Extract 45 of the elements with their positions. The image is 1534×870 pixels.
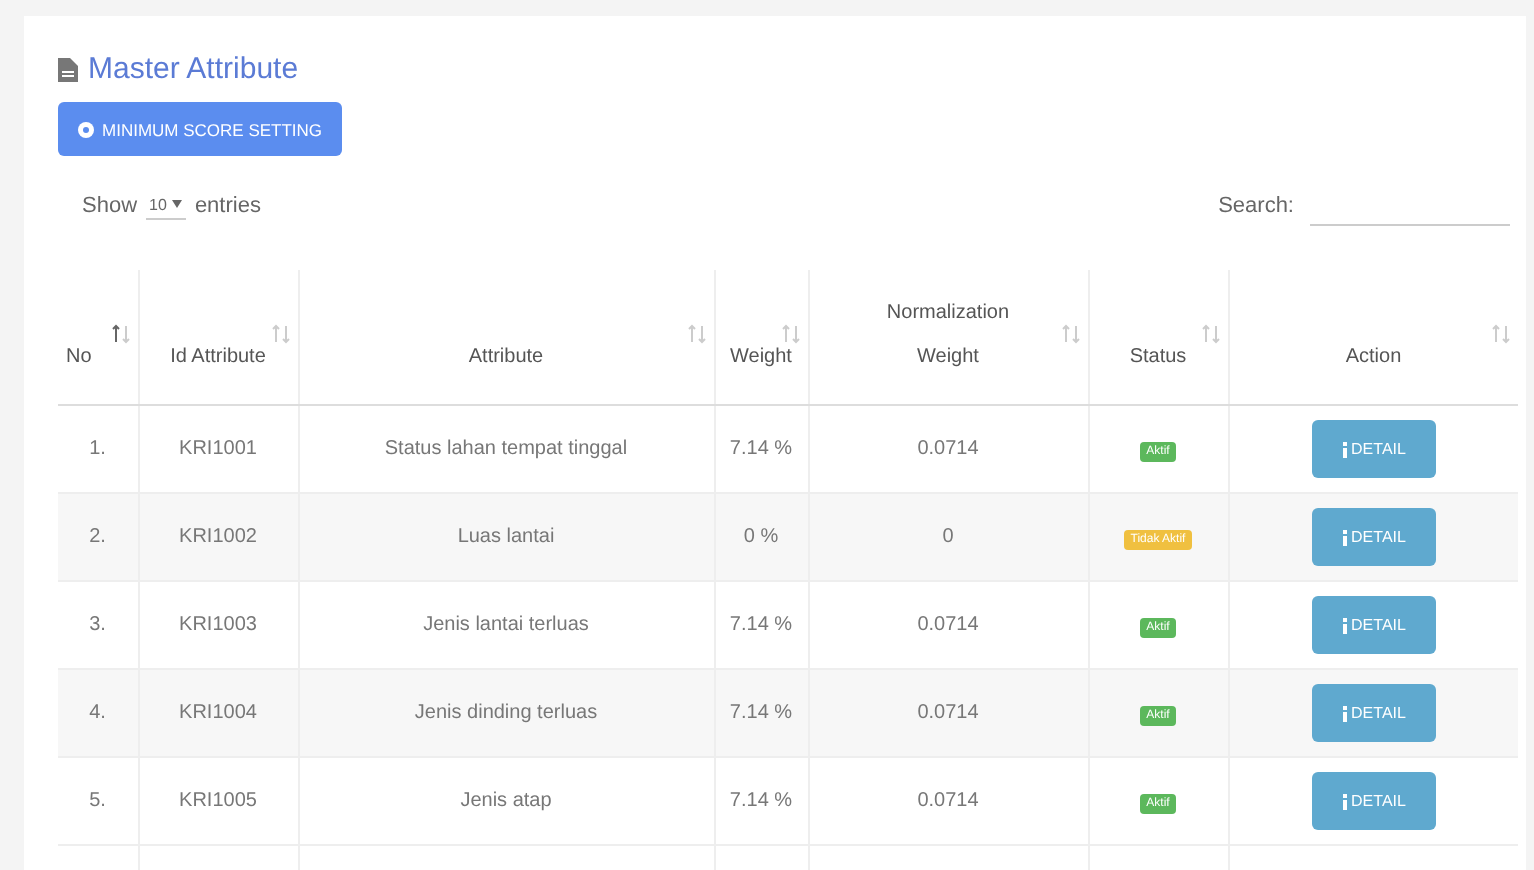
- row-number: 1.: [89, 438, 106, 460]
- normalization-weight-value: 0.0714: [917, 438, 979, 460]
- normalization-weight-value: 0.0714: [917, 702, 979, 724]
- caret-icon: [172, 200, 183, 208]
- column-header[interactable]: Weight: [730, 336, 792, 380]
- weight-value: 0 %: [743, 526, 779, 548]
- column-header[interactable]: Normalization Weight: [878, 292, 1018, 380]
- normalization-weight-value: 0: [942, 526, 954, 548]
- column-header[interactable]: Action: [1345, 336, 1402, 380]
- normalization-weight-value: 0.0714: [917, 790, 979, 812]
- row-number: 3.: [89, 614, 106, 636]
- search-label: Search:: [1218, 193, 1294, 217]
- column-header[interactable]: Status: [1129, 336, 1187, 380]
- attribute-id: KRI1003: [179, 614, 257, 636]
- column-header[interactable]: Id Attribute: [170, 336, 266, 380]
- attribute-id: KRI1002: [179, 526, 257, 548]
- attribute-name: Jenis dinding terluas: [414, 702, 598, 724]
- info-icon: [1341, 617, 1348, 633]
- column-header[interactable]: Attribute: [468, 336, 544, 380]
- row-number: 5.: [89, 790, 106, 812]
- normalization-weight-value: 0.0714: [917, 614, 979, 636]
- show-label: Show: [82, 193, 138, 217]
- document-icon: [58, 57, 78, 81]
- row-number: 4.: [89, 702, 106, 724]
- attribute-name: Jenis lantai terluas: [423, 614, 589, 636]
- attribute-id: KRI1001: [179, 438, 257, 460]
- attribute-id: KRI1004: [179, 702, 257, 724]
- attribute-name: Luas lantai: [457, 526, 555, 548]
- attribute-id: KRI1005: [179, 790, 257, 812]
- weight-value: 7.14 %: [729, 702, 793, 724]
- entries-dropdown[interactable]: 10: [145, 191, 187, 219]
- weight-value: 7.14 %: [729, 790, 793, 812]
- page-title: Master Attribute: [88, 52, 299, 86]
- entries-label: entries: [194, 193, 261, 217]
- info-icon: [1341, 441, 1348, 457]
- circle-icon: [78, 121, 94, 137]
- attribute-name: Status lahan tempat tinggal: [384, 438, 628, 460]
- weight-value: 7.14 %: [729, 438, 793, 460]
- info-icon: [1341, 793, 1348, 809]
- row-number: 2.: [89, 526, 106, 548]
- column-header[interactable]: No: [66, 336, 92, 380]
- attribute-name: Jenis atap: [460, 790, 552, 812]
- weight-value: 7.14 %: [729, 614, 793, 636]
- info-icon: [1341, 705, 1348, 721]
- info-icon: [1341, 529, 1348, 545]
